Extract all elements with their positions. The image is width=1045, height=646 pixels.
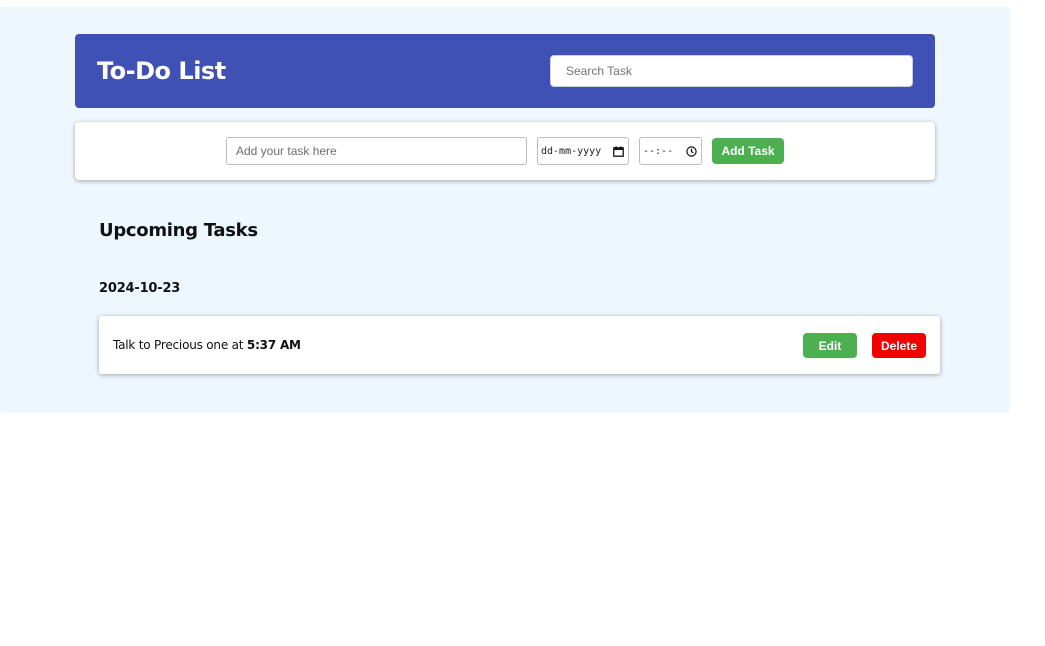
upcoming-tasks-title: Upcoming Tasks (99, 220, 258, 241)
time-placeholder: --:-- (643, 145, 674, 157)
time-input[interactable]: --:-- (639, 137, 702, 165)
delete-task-button[interactable]: Delete (872, 333, 926, 358)
search-input[interactable] (550, 55, 913, 87)
date-input[interactable]: dd-mm-yyyy (537, 137, 629, 165)
task-item: Talk to Precious one at 5:37 AM Edit Del… (99, 316, 940, 374)
clock-icon[interactable] (686, 145, 697, 157)
date-placeholder: dd-mm-yyyy (541, 145, 602, 157)
edit-task-button[interactable]: Edit (803, 333, 857, 358)
task-text: Talk to Precious one at 5:37 AM (113, 337, 301, 353)
task-time: 5:37 AM (246, 338, 301, 352)
page-title: To-Do List (97, 57, 226, 85)
task-description: Talk to Precious one at (113, 338, 244, 352)
app-header: To-Do List (75, 34, 935, 108)
add-task-bar: dd-mm-yyyy --:-- Add Task (75, 122, 935, 180)
calendar-icon[interactable] (613, 145, 624, 157)
task-date-heading: 2024-10-23 (99, 281, 181, 296)
task-input[interactable] (226, 137, 527, 165)
add-task-button[interactable]: Add Task (712, 138, 784, 164)
